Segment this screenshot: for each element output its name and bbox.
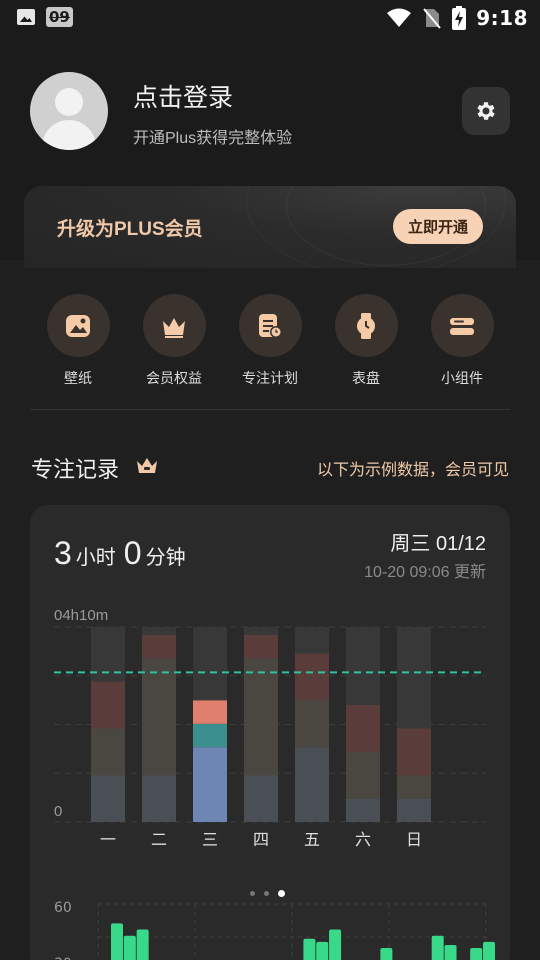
shortcut-label: 壁纸 — [64, 370, 92, 386]
shortcut-icon-bg — [430, 294, 494, 357]
mini-bar — [111, 923, 123, 960]
mini-bar — [316, 941, 329, 960]
shortcut-label: 表盘 — [352, 370, 380, 386]
mini-bar — [431, 935, 444, 960]
crown-icon — [163, 317, 185, 338]
login-title[interactable]: 点击登录 — [133, 78, 233, 114]
status-bar-right: 9:18 — [386, 6, 528, 30]
bar-segment — [346, 751, 380, 799]
crown-icon — [137, 458, 157, 473]
open-plus-button[interactable]: 立即开通 — [393, 209, 483, 244]
minutes-value: 0 — [123, 535, 142, 571]
divider — [30, 409, 510, 410]
bar-segment — [295, 700, 329, 748]
x-axis-label: 三 — [202, 832, 218, 849]
bar-segment — [91, 681, 125, 729]
shortcut-label: 专注计划 — [242, 370, 298, 386]
hours-value: 3 — [54, 535, 72, 571]
bar-segment — [397, 728, 431, 776]
bar-segment — [295, 653, 329, 701]
mini-bar — [123, 935, 136, 960]
shortcut-icon-bg — [142, 294, 206, 357]
image-icon — [17, 9, 35, 25]
plus-banner-title: 升级为PLUS会员 — [57, 219, 203, 240]
mini-bar — [136, 929, 149, 960]
shortcut-icon-bg — [46, 294, 110, 357]
battery-charging-icon — [452, 6, 467, 30]
gear-icon — [477, 102, 495, 120]
bar-segment — [397, 798, 431, 822]
status-bar: 09 9:18 — [0, 0, 540, 36]
mini-bar — [329, 929, 342, 960]
clock: 9:18 — [476, 6, 528, 30]
x-axis-label: 日 — [406, 832, 422, 849]
shortcut-wallpaper[interactable]: 壁纸 — [33, 294, 123, 388]
mini-bar — [444, 944, 457, 960]
mini-y-label-mid: 30 — [54, 956, 72, 960]
plan-icon — [259, 313, 282, 338]
widget-icon — [450, 317, 474, 335]
bar-segment — [193, 747, 227, 822]
bar-segment — [193, 700, 227, 724]
bar-segment — [193, 723, 227, 748]
mini-bar — [483, 941, 495, 960]
x-axis-label: 四 — [253, 832, 269, 849]
shortcut-watch-face[interactable]: 表盘 — [321, 294, 411, 388]
bar-segment — [346, 798, 380, 822]
bar-segment — [244, 658, 278, 776]
x-axis-label: 六 — [355, 831, 371, 849]
no-sim-icon — [423, 8, 442, 29]
plus-banner[interactable]: 升级为PLUS会员 立即开通 — [24, 186, 516, 268]
bar-segment — [397, 775, 431, 799]
members-only-note: 以下为示例数据，会员可见 — [316, 462, 509, 479]
shortcut-membership[interactable]: 会员权益 — [129, 294, 219, 388]
avatar-shoulders — [42, 120, 96, 150]
y-axis-bottom-label: 0 — [54, 803, 62, 820]
updated-time: 10-20 09:06 更新 — [364, 564, 486, 581]
wallpaper-icon — [66, 314, 90, 337]
wifi-icon — [387, 8, 412, 27]
shortcut-widgets[interactable]: 小组件 — [417, 294, 507, 388]
avatar-head — [55, 88, 83, 116]
shortcut-focus-plan[interactable]: 专注计划 — [225, 294, 315, 388]
shortcut-label: 会员权益 — [146, 370, 202, 386]
bar-segment — [142, 658, 176, 776]
mini-focus-chart[interactable]: 60 30 — [30, 890, 510, 960]
y-axis-top-label: 04h10m — [54, 607, 108, 624]
stats-card: 3 小时 0 分钟 周三 01/12 10-20 09:06 更新 04h10m… — [30, 505, 510, 960]
weekly-focus-chart[interactable]: 04h10m 0 一 二 三 四 五 六 日 — [30, 600, 510, 860]
x-axis-label: 二 — [151, 832, 167, 849]
bar-segment — [91, 728, 125, 776]
settings-button[interactable] — [462, 87, 510, 135]
bar-segment — [244, 775, 278, 822]
focus-record-title: 专注记录 — [31, 457, 120, 482]
shortcut-icon-bg — [334, 294, 398, 357]
selected-date: 周三 01/12 — [390, 533, 486, 555]
bar-segment — [142, 634, 176, 659]
mini-y-label-top: 60 — [54, 900, 72, 916]
watch-icon — [357, 312, 375, 339]
x-axis-label: 五 — [304, 832, 320, 849]
mini-bar — [470, 948, 483, 960]
shortcut-row: 壁纸 会员权益 专注计划 表盘 小组件 — [30, 294, 510, 394]
bar-segment — [295, 747, 329, 822]
bar-segment — [142, 775, 176, 822]
x-axis-label: 一 — [100, 832, 116, 849]
mini-bar — [303, 938, 316, 960]
login-subtitle: 开通Plus获得完整体验 — [133, 130, 293, 147]
bar-segment — [91, 775, 125, 822]
shortcut-icon-bg — [238, 294, 302, 357]
mini-bar — [380, 948, 393, 960]
bar-segment — [244, 634, 278, 659]
bar-segment — [346, 705, 380, 752]
status-bar-left: 09 — [16, 7, 73, 27]
minutes-unit: 分钟 — [145, 547, 186, 569]
notification-badge: 09 — [46, 7, 73, 27]
shortcut-label: 小组件 — [441, 370, 483, 386]
total-duration: 3 小时 0 分钟 — [54, 535, 190, 572]
avatar[interactable] — [30, 72, 108, 150]
hours-unit: 小时 — [75, 547, 116, 569]
